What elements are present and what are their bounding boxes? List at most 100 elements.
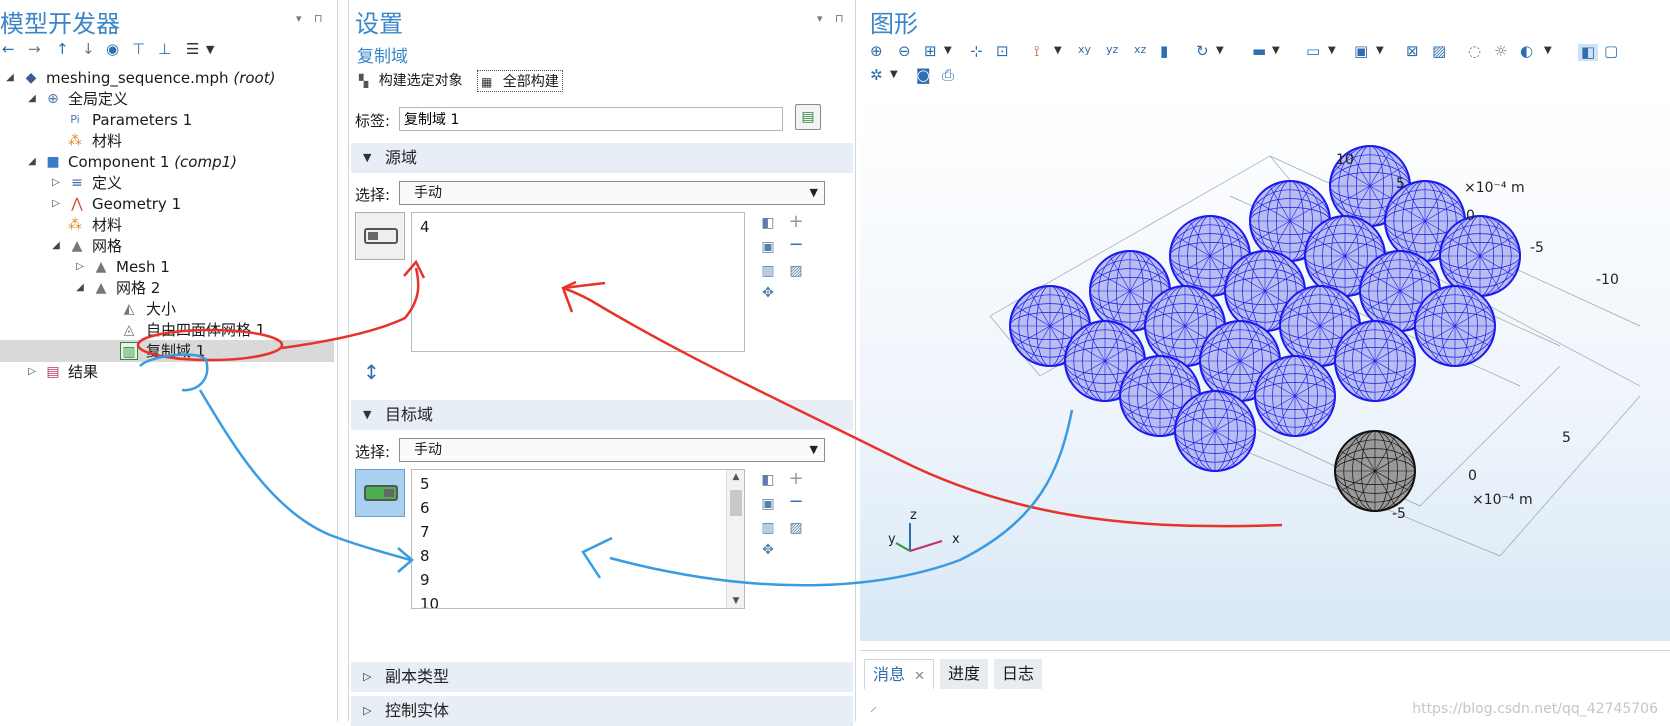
hide-icon[interactable]: ◌ [1468, 44, 1481, 59]
broom-icon[interactable]: ⸝ [870, 697, 877, 716]
close-icon[interactable]: ✕ [914, 669, 925, 684]
source-domain-list[interactable]: 4 [411, 212, 745, 352]
tab-log[interactable]: 日志 [994, 659, 1043, 689]
transparency-icon[interactable]: ◐ [1520, 44, 1533, 59]
source-domain-section[interactable]: ▼ 源域 [351, 143, 853, 173]
clear-selection-icon[interactable]: ▨ [1432, 44, 1446, 59]
chevron-down-icon[interactable]: ▼ [206, 44, 214, 55]
scene-light-icon[interactable]: ☼ [1494, 44, 1507, 59]
collapse-twisty-icon[interactable]: ◢ [74, 277, 86, 299]
list-item[interactable]: 10 [420, 592, 439, 608]
control-entities-section[interactable]: ▷ 控制实体 [351, 696, 853, 726]
xy-view-icon[interactable]: xy [1078, 44, 1091, 55]
collapse-twisty-icon[interactable]: ◢ [26, 88, 38, 110]
selection-mode-icon[interactable]: ▣ [1354, 44, 1368, 59]
list-item[interactable]: 7 [420, 520, 430, 544]
resize-handle-icon[interactable]: ↕ [363, 360, 380, 384]
zoom-to-selection-icon[interactable]: ⊠ [1406, 44, 1419, 59]
paste-selection-icon[interactable]: ◧ [759, 471, 777, 489]
chevron-down-icon[interactable]: ▼ [1054, 46, 1062, 56]
paste-selection-icon[interactable]: ◧ [759, 214, 777, 232]
yz-view-icon[interactable]: yz [1106, 44, 1118, 55]
target-domain-section[interactable]: ▼ 目标域 [351, 400, 853, 430]
tab-messages[interactable]: 消息 ✕ [864, 659, 935, 689]
label-input[interactable] [399, 107, 783, 131]
pin-icon[interactable]: ⊓ [835, 12, 844, 25]
select-objects-icon[interactable]: ▬ [1252, 44, 1266, 59]
remove-icon[interactable]: − [787, 493, 805, 511]
render-icon[interactable]: ▢ [1604, 44, 1618, 59]
chevron-down-icon[interactable]: ▼ [1544, 46, 1552, 56]
chevron-down-icon[interactable]: ▼ [1216, 46, 1224, 56]
rotate-icon[interactable]: ↻ [1196, 44, 1209, 59]
zoom-selected-icon[interactable]: ⊹ [970, 44, 983, 59]
wireframe-icon[interactable]: ◧ [1578, 44, 1599, 61]
zoom-box-icon[interactable]: ⊞ [924, 44, 937, 59]
select-box-icon[interactable]: ▭ [1306, 44, 1320, 59]
chevron-down-icon[interactable]: ▼ [1328, 46, 1336, 56]
add-icon[interactable]: + [787, 213, 805, 231]
target-domain-list[interactable]: 5 6 7 8 9 10 ▲ ▼ [411, 469, 745, 609]
list-item[interactable]: 6 [420, 496, 430, 520]
target-activate-toggle[interactable] [355, 469, 405, 517]
list-item[interactable]: 5 [420, 472, 430, 496]
panel-menu-icon[interactable]: ▾ [817, 12, 823, 25]
chevron-down-icon[interactable]: ▼ [727, 596, 744, 606]
chevron-down-icon[interactable]: ▼ [944, 46, 952, 56]
zoom-to-selection-icon[interactable]: ✥ [759, 284, 777, 302]
expand-icon[interactable]: ⊤ [132, 42, 145, 57]
clear-selection-icon[interactable]: ▨ [787, 262, 805, 280]
build-all-button[interactable]: ▦ 全部构建 [477, 70, 563, 92]
edit-label-icon[interactable]: ▤ [795, 104, 821, 130]
move-down-icon[interactable]: ↓ [82, 42, 95, 57]
clear-selection-icon[interactable]: ▨ [787, 519, 805, 537]
forward-icon[interactable]: → [28, 42, 41, 57]
copy-type-section[interactable]: ▷ 副本类型 [351, 662, 853, 692]
list-item[interactable]: 8 [420, 544, 430, 568]
chevron-up-icon[interactable]: ▲ [727, 472, 744, 482]
print-icon[interactable]: ⎙ [942, 68, 954, 83]
default-view-icon[interactable]: ▮ [1160, 44, 1168, 59]
collapse-twisty-icon[interactable]: ◢ [26, 151, 38, 173]
scrollbar-thumb[interactable] [730, 490, 742, 516]
target-selection-dropdown[interactable]: 手动 ▼ [399, 438, 825, 462]
expand-twisty-icon[interactable]: ▷ [50, 172, 62, 194]
scrollbar[interactable]: ▲ ▼ [726, 470, 744, 608]
collapse-twisty-icon[interactable]: ◢ [4, 67, 16, 89]
source-selection-dropdown[interactable]: 手动 ▼ [399, 181, 825, 205]
list-icon[interactable]: ☰ [186, 42, 199, 57]
copy-selection-icon[interactable]: ▣ [759, 238, 777, 256]
source-activate-toggle[interactable] [355, 212, 405, 260]
panel-menu-icon[interactable]: ▾ [296, 12, 302, 25]
clipboard-icon[interactable]: ▥ [759, 519, 777, 537]
list-item[interactable]: 4 [420, 215, 430, 239]
expand-twisty-icon[interactable]: ▷ [50, 193, 62, 215]
add-icon[interactable]: + [787, 470, 805, 488]
clipboard-icon[interactable]: ▥ [759, 262, 777, 280]
camera-settings-icon[interactable]: ✲ [870, 68, 883, 83]
chevron-down-icon[interactable]: ▼ [1376, 46, 1384, 56]
xz-view-icon[interactable]: xz [1134, 44, 1146, 55]
chevron-down-icon[interactable]: ▼ [890, 70, 898, 80]
remove-icon[interactable]: − [787, 236, 805, 254]
zoom-in-icon[interactable]: ⊕ [870, 44, 883, 59]
axes-icon[interactable]: ⟟ [1034, 44, 1040, 59]
screenshot-icon[interactable]: ◙ [916, 68, 931, 83]
chevron-down-icon[interactable]: ▼ [1272, 46, 1280, 56]
expand-twisty-icon[interactable]: ▷ [26, 361, 38, 383]
move-up-icon[interactable]: ↑ [56, 42, 69, 57]
collapse-twisty-icon[interactable]: ◢ [50, 235, 62, 257]
tab-progress[interactable]: 进度 [940, 659, 989, 689]
expand-twisty-icon[interactable]: ▷ [74, 256, 86, 278]
zoom-extents-icon[interactable]: ⊡ [996, 44, 1009, 59]
show-icon[interactable]: ◉ [106, 42, 119, 57]
list-item[interactable]: 9 [420, 568, 430, 592]
pin-icon[interactable]: ⊓ [314, 12, 323, 25]
back-icon[interactable]: ← [2, 42, 15, 57]
zoom-out-icon[interactable]: ⊖ [898, 44, 911, 59]
build-selected-button[interactable]: ▚ 构建选定对象 [359, 70, 463, 92]
copy-selection-icon[interactable]: ▣ [759, 495, 777, 513]
collapse-icon[interactable]: ⊥ [158, 42, 171, 57]
zoom-to-selection-icon[interactable]: ✥ [759, 541, 777, 559]
mesh-scene[interactable] [860, 96, 1670, 641]
